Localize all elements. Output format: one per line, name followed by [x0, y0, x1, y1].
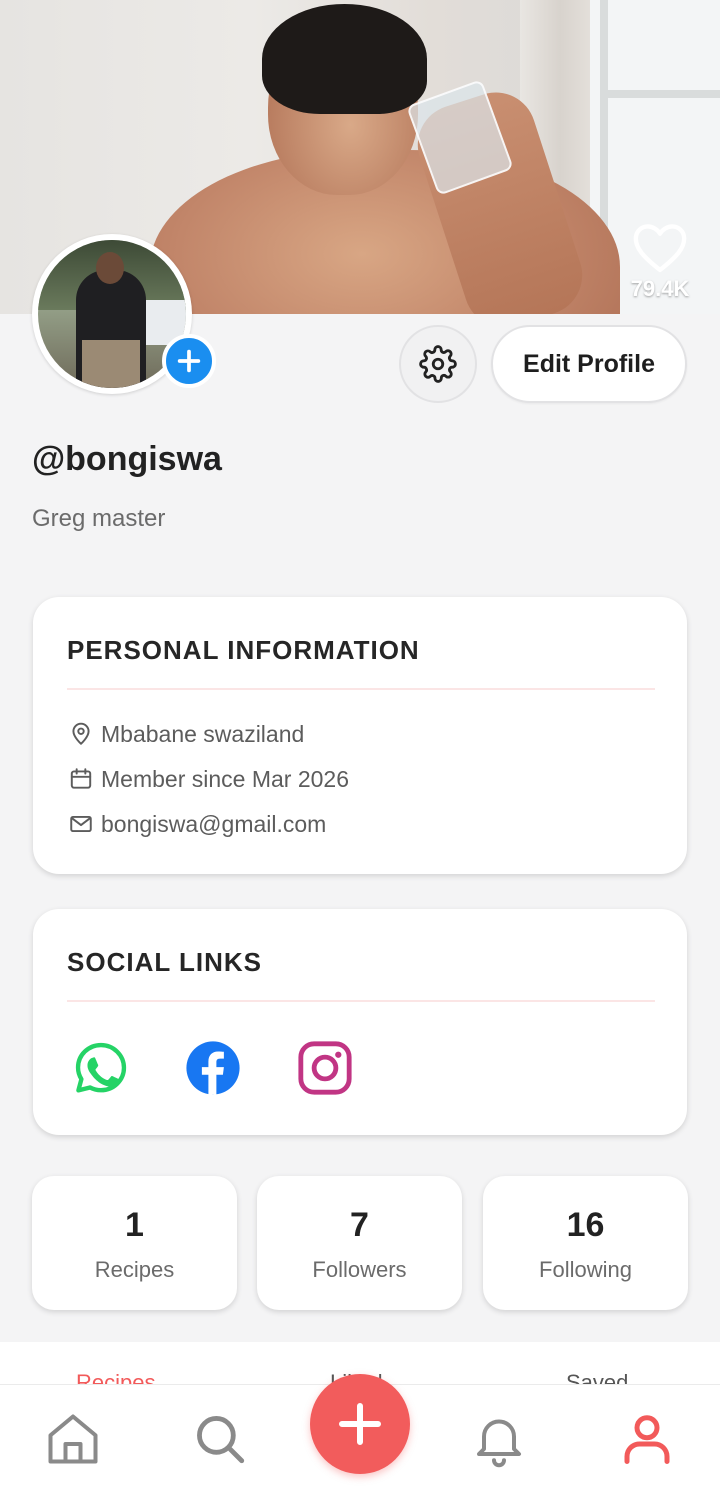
personal-information-card: PERSONAL INFORMATION Mbabane swaziland M… [33, 597, 687, 874]
home-icon [48, 1414, 98, 1464]
nav-search[interactable] [188, 1407, 252, 1471]
bio: Greg master [32, 505, 166, 532]
social-links-card: SOCIAL LINKS [33, 909, 687, 1135]
email-text: bongiswa@gmail.com [101, 810, 327, 837]
heart-icon [633, 224, 687, 273]
stat-value: 7 [350, 1206, 369, 1244]
card-title: PERSONAL INFORMATION [67, 635, 420, 665]
username: @bongiswa [32, 440, 222, 478]
stat-recipes[interactable]: 1 Recipes [32, 1176, 237, 1310]
nav-home[interactable] [41, 1407, 105, 1471]
divider [67, 1000, 655, 1002]
stat-label: Followers [312, 1257, 407, 1282]
plus-icon [177, 349, 201, 373]
like-button[interactable]: 79.4K [620, 220, 700, 302]
like-count: 79.4K [630, 276, 690, 301]
search-icon [197, 1416, 245, 1464]
stat-following[interactable]: 16 Following [483, 1176, 688, 1310]
stat-followers[interactable]: 7 Followers [257, 1176, 462, 1310]
add-recipe-button[interactable] [310, 1374, 410, 1474]
gear-icon [419, 345, 457, 383]
stat-value: 1 [125, 1206, 144, 1244]
location-row: Mbabane swaziland [67, 720, 304, 748]
settings-button[interactable] [399, 325, 477, 403]
stat-value: 16 [566, 1206, 605, 1244]
instagram-icon[interactable] [296, 1039, 354, 1097]
mail-icon [67, 810, 95, 838]
location-text: Mbabane swaziland [101, 720, 305, 747]
edit-profile-button[interactable]: Edit Profile [491, 325, 687, 403]
add-story-button[interactable] [162, 334, 216, 388]
member-since-row: Member since Mar 2026 [67, 765, 349, 793]
divider [67, 688, 655, 690]
add-icon [339, 1403, 381, 1445]
location-pin-icon [67, 720, 95, 748]
card-title: SOCIAL LINKS [67, 947, 262, 977]
stat-label: Recipes [94, 1257, 175, 1282]
whatsapp-icon[interactable] [72, 1039, 130, 1097]
calendar-icon [67, 765, 95, 793]
nav-notifications[interactable] [467, 1407, 531, 1471]
stat-label: Following [539, 1257, 632, 1282]
email-row: bongiswa@gmail.com [67, 810, 326, 838]
member-since-text: Member since Mar 2026 [101, 765, 349, 792]
facebook-icon[interactable] [184, 1039, 242, 1097]
bell-icon [477, 1419, 521, 1468]
profile-icon [624, 1415, 670, 1464]
nav-profile[interactable] [615, 1407, 679, 1471]
avatar[interactable] [32, 234, 216, 394]
